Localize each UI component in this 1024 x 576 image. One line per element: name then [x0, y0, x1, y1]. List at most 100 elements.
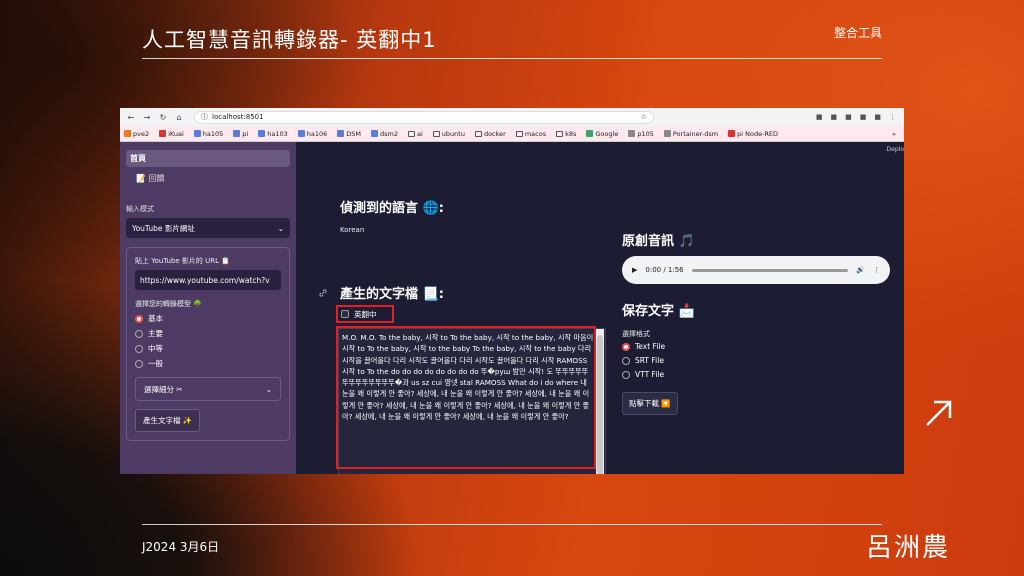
- generate-transcript-button[interactable]: 產生文字檔 ✨: [135, 409, 201, 432]
- radio-selected-icon: [622, 342, 630, 351]
- bookmark-icon: [233, 130, 241, 137]
- segments-expander[interactable]: 選擇細分 ✂ ⌄: [135, 377, 281, 401]
- options-panel: 貼上 YouTube 影片的 URL 📋 https://www.youtube…: [126, 247, 290, 441]
- bookmark[interactable]: Google: [586, 130, 618, 138]
- bookmark[interactable]: macos: [515, 130, 546, 138]
- radio-icon: [135, 344, 143, 353]
- model-option[interactable]: 主要: [135, 328, 281, 339]
- play-icon[interactable]: ▶: [632, 266, 637, 274]
- transcript-scrollbar[interactable]: [596, 329, 604, 474]
- youtube-url-input[interactable]: https://www.youtube.com/watch?v: [135, 270, 281, 290]
- streamlit-app: 首頁 📝 回饋 輸入模式 YouTube 影片網址 ⌄ 貼上 YouTube 影…: [120, 142, 904, 474]
- chevron-down-icon: ⌄: [265, 384, 272, 394]
- bottom-divider: [142, 524, 882, 525]
- format-option[interactable]: SRT File: [622, 356, 664, 365]
- bookmark[interactable]: ha103: [258, 130, 288, 138]
- bookmark[interactable]: ai: [407, 130, 423, 138]
- format-option[interactable]: VTT File: [622, 370, 664, 379]
- bookmark-icon: [663, 130, 671, 137]
- bookmark[interactable]: ha105: [193, 130, 223, 138]
- folder-icon: [556, 130, 564, 137]
- bookmark[interactable]: p105: [628, 130, 654, 138]
- folder-icon: [432, 130, 440, 137]
- sidebar: 首頁 📝 回饋 輸入模式 YouTube 影片網址 ⌄ 貼上 YouTube 影…: [120, 142, 296, 474]
- extension-icon[interactable]: ■: [860, 113, 867, 121]
- input-mode-select[interactable]: YouTube 影片網址 ⌄: [126, 218, 290, 238]
- bookmark[interactable]: k8s: [556, 130, 576, 138]
- info-icon: ⓘ: [201, 113, 208, 121]
- reload-icon[interactable]: ↻: [158, 113, 168, 122]
- bookmark-icon: [159, 130, 167, 137]
- model-option[interactable]: 基本: [135, 313, 281, 324]
- audio-time: 0:00 / 1:56: [645, 266, 684, 274]
- bookmark[interactable]: pi: [233, 130, 248, 138]
- star-icon[interactable]: ☆: [641, 113, 653, 121]
- radio-icon: [622, 370, 630, 379]
- more-options-icon[interactable]: ⋮: [873, 266, 880, 274]
- chevron-down-icon: ⌄: [277, 223, 284, 233]
- link-icon[interactable]: [318, 288, 328, 298]
- format-option[interactable]: Text File: [622, 342, 665, 351]
- save-text-title: 保存文字 📩: [622, 304, 695, 319]
- segments-label: 選擇細分 ✂: [144, 384, 183, 394]
- arrow-up-right-icon: [926, 400, 952, 426]
- deploy-button[interactable]: Deplo: [887, 146, 904, 153]
- bookmark[interactable]: ubuntu: [432, 130, 465, 138]
- radio-selected-icon: [135, 314, 143, 323]
- more-bookmarks-icon[interactable]: »: [892, 130, 904, 138]
- bookmark-icon: [124, 130, 131, 137]
- model-option[interactable]: 中等: [135, 343, 281, 354]
- volume-icon[interactable]: 🔊: [856, 266, 865, 274]
- sidebar-item-feedback[interactable]: 📝 回饋: [126, 171, 290, 186]
- slide-date: J2024 3月6日: [142, 540, 220, 554]
- translate-checkbox[interactable]: 英翻中: [336, 305, 394, 323]
- bookmark[interactable]: pi Node-RED: [728, 130, 778, 138]
- generated-transcript-title: 產生的文字檔 📃:: [340, 287, 444, 302]
- main-content: Deplo 偵測到的語言 🌐: Korean 產生的文字檔 📃: 英翻中 M.O…: [296, 142, 904, 474]
- back-icon[interactable]: ←: [126, 113, 136, 122]
- bookmark[interactable]: iKuai: [159, 130, 184, 138]
- bookmark-icon: [728, 130, 736, 137]
- bookmark[interactable]: dsm2: [371, 130, 398, 138]
- radio-icon: [135, 359, 143, 368]
- extension-icon[interactable]: ■: [816, 113, 823, 121]
- audio-player[interactable]: ▶ 0:00 / 1:56 🔊 ⋮: [622, 256, 890, 284]
- bookmark-icon: [297, 130, 305, 137]
- detected-language-value: Korean: [340, 226, 365, 234]
- scrollbar-thumb[interactable]: [597, 335, 603, 474]
- extension-icons: ■ ■ ■ ■ ■ ⋮: [816, 113, 904, 121]
- input-mode-value: YouTube 影片網址: [132, 223, 195, 233]
- radio-icon: [135, 329, 143, 338]
- detected-language-title: 偵測到的語言 🌐:: [340, 201, 444, 216]
- slide-author: 呂洲農: [865, 533, 950, 563]
- download-button[interactable]: 點擊下載 🔽: [622, 392, 678, 415]
- forward-icon[interactable]: →: [142, 113, 152, 122]
- extension-icon[interactable]: ■: [874, 113, 881, 121]
- app-screenshot: ← → ↻ ⌂ ⓘ localhost:8501 ☆ ■ ■ ■ ■ ■ ⋮ p…: [120, 108, 904, 474]
- address-bar[interactable]: ⓘ localhost:8501 ☆: [194, 110, 654, 124]
- bookmark[interactable]: docker: [474, 130, 506, 138]
- translate-checkbox-label: 英翻中: [354, 309, 377, 319]
- folder-icon: [515, 130, 523, 137]
- bookmark-icon: [193, 130, 201, 137]
- input-mode-label: 輸入模式: [126, 205, 154, 213]
- model-option[interactable]: 一般: [135, 358, 281, 369]
- audio-progress-track[interactable]: [691, 268, 849, 272]
- bookmark[interactable]: ha106: [297, 130, 327, 138]
- slide-tag: 整合工具: [833, 26, 882, 40]
- home-icon[interactable]: ⌂: [174, 113, 184, 122]
- bookmark[interactable]: Portainer-dsm: [663, 130, 718, 138]
- bookmark[interactable]: DSM: [337, 130, 361, 138]
- bookmark[interactable]: pve2: [124, 130, 149, 138]
- sidebar-item-home[interactable]: 首頁: [126, 150, 290, 167]
- slide-title: 人工智慧音訊轉錄器- 英翻中1: [142, 28, 437, 52]
- model-label: 選擇您的轉錄模型 🌳: [135, 300, 202, 308]
- transcript-text: M.O. M.O. To the baby, 시작 to To the baby…: [342, 333, 594, 422]
- menu-icon[interactable]: ⋮: [889, 113, 896, 121]
- bookmarks-bar: pve2 iKuai ha105 pi ha103 ha106 DSM dsm2…: [120, 126, 904, 142]
- bookmark-icon: [628, 130, 636, 137]
- extension-icon[interactable]: ■: [831, 113, 838, 121]
- checkbox-icon: [341, 310, 349, 318]
- extension-icon[interactable]: ■: [845, 113, 852, 121]
- bookmark-icon: [258, 130, 266, 137]
